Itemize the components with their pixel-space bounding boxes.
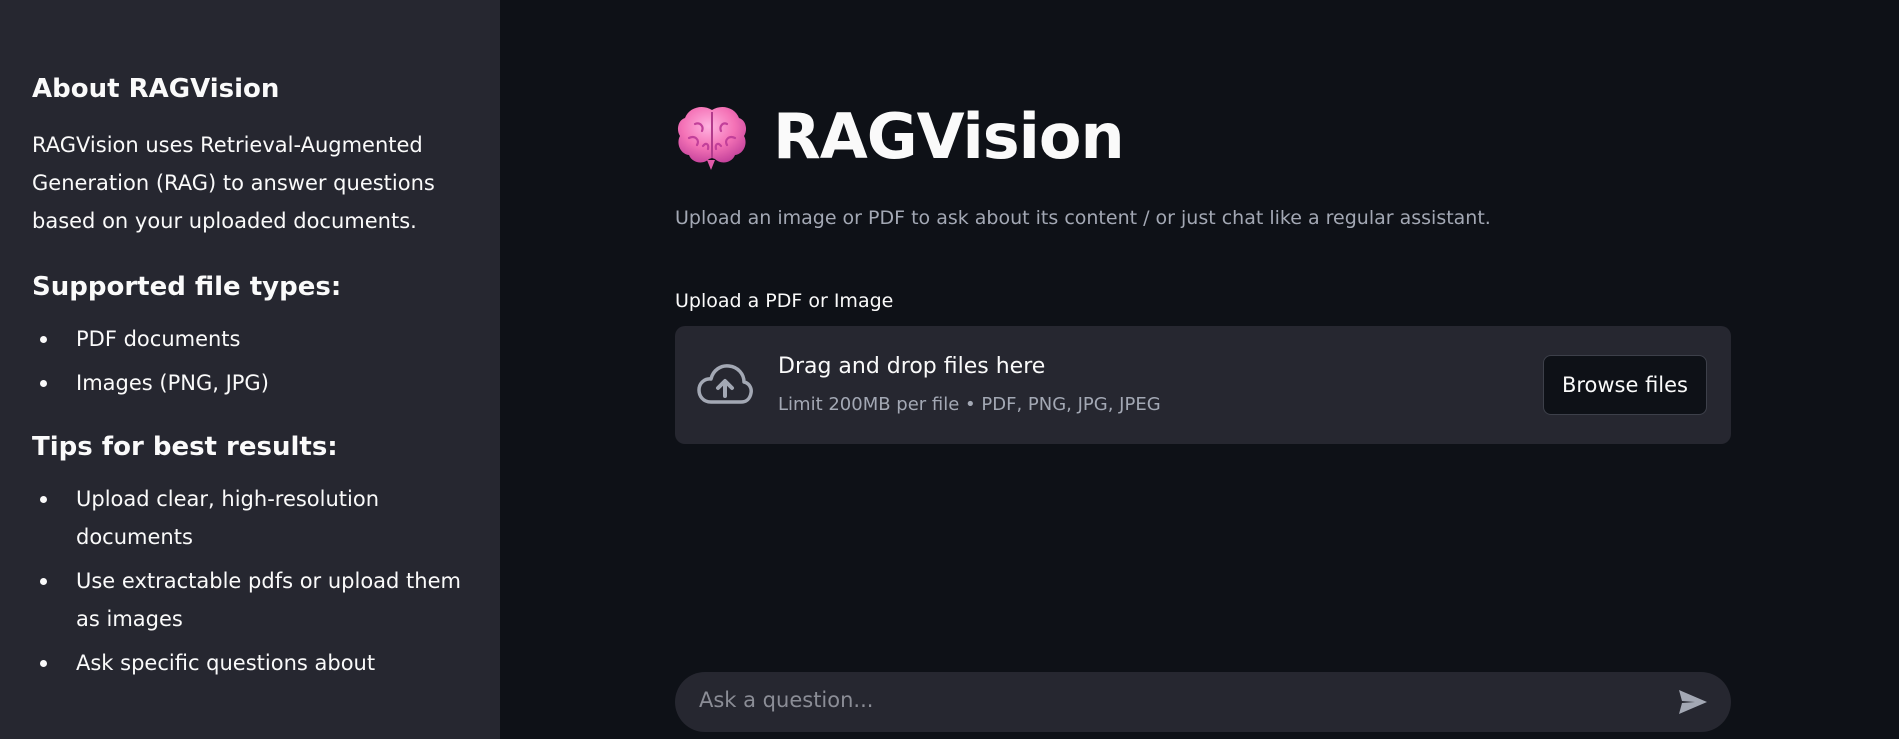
bullet-icon: [40, 660, 47, 667]
send-icon[interactable]: [1677, 688, 1709, 716]
list-item-label: Upload clear, high-resolution documents: [76, 487, 380, 549]
bullet-icon: [40, 578, 47, 585]
tips-heading: Tips for best results:: [32, 432, 338, 462]
app: About RAGVision RAGVision uses Retrieval…: [0, 0, 1899, 739]
list-item-label: Ask specific questions about: [76, 651, 376, 675]
main-content: RAGVision Upload an image or PDF to ask …: [500, 0, 1899, 739]
list-item: PDF documents: [32, 320, 468, 358]
bullet-icon: [40, 380, 47, 387]
dropzone-title: Drag and drop files here: [778, 354, 1046, 379]
file-dropzone[interactable]: Drag and drop files here Limit 200MB per…: [675, 326, 1731, 444]
page-subtitle: Upload an image or PDF to ask about its …: [675, 207, 1491, 229]
page-title: RAGVision: [773, 100, 1125, 173]
about-heading: About RAGVision: [32, 74, 280, 104]
dropzone-limit: Limit 200MB per file • PDF, PNG, JPG, JP…: [778, 394, 1161, 415]
supported-list: PDF documents Images (PNG, JPG): [32, 320, 468, 402]
list-item-label: Use extractable pdfs or upload them as i…: [76, 569, 461, 631]
bullet-icon: [40, 336, 47, 343]
title-row: RAGVision: [675, 100, 1125, 173]
chat-input-placeholder: Ask a question...: [699, 688, 874, 712]
chat-input[interactable]: Ask a question...: [675, 672, 1731, 732]
cloud-upload-icon: [697, 362, 753, 406]
list-item-label: PDF documents: [76, 327, 241, 351]
sidebar: About RAGVision RAGVision uses Retrieval…: [0, 0, 500, 739]
bullet-icon: [40, 496, 47, 503]
list-item: Upload clear, high-resolution documents: [32, 480, 468, 556]
supported-heading: Supported file types:: [32, 272, 342, 302]
upload-label: Upload a PDF or Image: [675, 290, 894, 312]
browse-files-button[interactable]: Browse files: [1542, 355, 1707, 415]
list-item: Use extractable pdfs or upload them as i…: [32, 562, 468, 638]
about-text: RAGVision uses Retrieval-Augmented Gener…: [32, 133, 435, 233]
list-item: Images (PNG, JPG): [32, 364, 468, 402]
brain-icon: [675, 102, 749, 172]
tips-list: Upload clear, high-resolution documents …: [32, 480, 468, 682]
list-item: Ask specific questions about: [32, 644, 468, 682]
list-item-label: Images (PNG, JPG): [76, 371, 269, 395]
